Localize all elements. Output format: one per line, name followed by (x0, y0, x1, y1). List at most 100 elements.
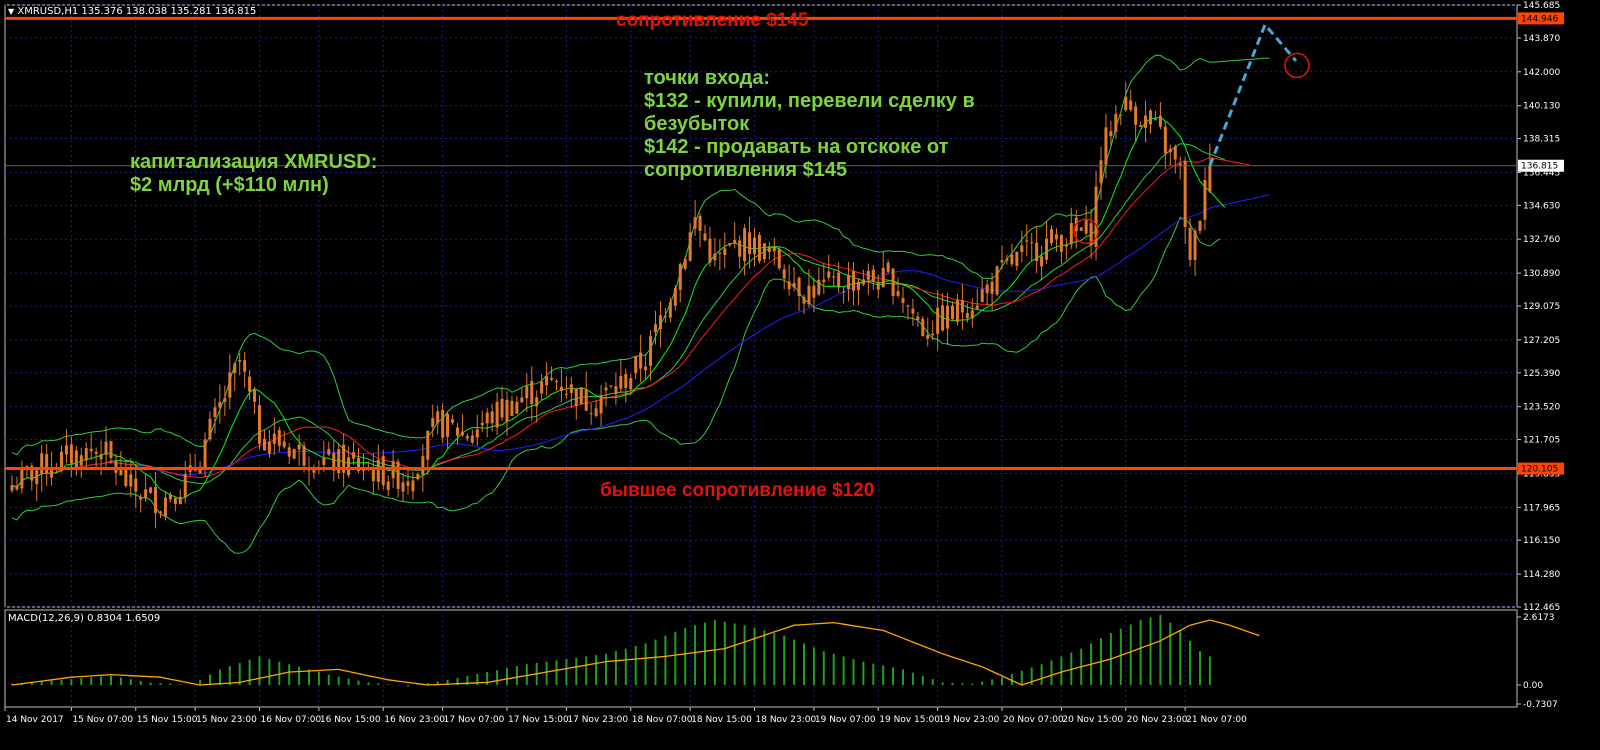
candle-body (1045, 238, 1049, 260)
symbol-ohlc-text: XMRUSD,H1 135.376 138.038 135.281 136.81… (17, 6, 257, 17)
chart-menu-triangle-icon[interactable]: ▼ (8, 7, 14, 16)
candle-body (896, 291, 900, 296)
candle-body (782, 269, 786, 279)
candle-body (173, 497, 177, 504)
candle-body (10, 485, 14, 491)
time-tick-label: 15 Nov 23:00 (196, 715, 257, 725)
candle-body (64, 445, 68, 455)
price-tick-label: 142.000 (1523, 68, 1560, 78)
candle-body (723, 248, 727, 255)
candle-body (79, 455, 83, 466)
price-tick-label: 112.465 (1523, 603, 1560, 613)
candle-body (876, 281, 880, 290)
candle-body (777, 249, 781, 269)
candle-body (718, 252, 722, 254)
time-tick-label: 16 Nov 15:00 (320, 715, 381, 725)
candle-body (753, 237, 756, 255)
candle-body (114, 461, 118, 473)
candle-body (555, 380, 558, 382)
candle-body (40, 453, 44, 475)
candle-body (183, 474, 187, 498)
candle-body (154, 487, 158, 514)
macd-header: MACD(12,26,9) 0.8304 1.6509 (8, 613, 161, 624)
candle-body (460, 431, 464, 436)
candle-body (352, 452, 356, 459)
price-tick-label: 123.520 (1523, 403, 1560, 413)
candle-body (1158, 115, 1162, 127)
candle-body (89, 448, 93, 452)
candle-body (663, 315, 667, 317)
candle-body (416, 473, 420, 480)
candle-body (891, 268, 895, 297)
candle-body (772, 246, 776, 252)
candle-body (446, 413, 450, 437)
candle-body (946, 305, 950, 329)
candle-body (302, 445, 306, 466)
time-tick-label: 18 Nov 07:00 (632, 715, 693, 725)
candle-body (1178, 163, 1182, 166)
candle-body (787, 281, 791, 290)
candle-body (1059, 234, 1063, 252)
candle-body (515, 401, 519, 414)
candle-body (847, 275, 851, 290)
price-tick-label: 117.965 (1523, 503, 1560, 513)
candle-body (866, 270, 870, 280)
price-tick-label: 121.705 (1523, 436, 1560, 446)
candle-body (609, 385, 613, 387)
candle-body (1149, 110, 1152, 125)
candle-body (178, 496, 182, 505)
candle-body (941, 305, 945, 331)
price-tick-label: 114.280 (1523, 570, 1560, 580)
candle-body (208, 418, 212, 440)
candle-body (421, 456, 425, 475)
candle-body (1188, 228, 1192, 260)
candle-body (559, 386, 563, 392)
candle-body (881, 267, 885, 288)
candle-body (243, 360, 247, 372)
price-tick-label: 132.760 (1523, 235, 1560, 245)
candle-body (658, 315, 662, 330)
time-tick-label: 14 Nov 2017 (6, 715, 64, 725)
candle-body (525, 386, 529, 399)
candle-body (74, 450, 78, 468)
candle-body (540, 381, 544, 394)
candle-body (258, 405, 261, 444)
candle-body (698, 215, 702, 231)
price-tick-label: 140.130 (1523, 102, 1560, 112)
price-tick-label: 127.205 (1523, 336, 1560, 346)
forecast-path (1208, 21, 1298, 167)
candle-body (856, 281, 860, 291)
resistance-price-tag-text: 144.946 (1521, 14, 1558, 24)
candle-body (852, 271, 855, 291)
price-tick-label: 130.890 (1523, 269, 1560, 279)
candle-body (975, 305, 979, 309)
candle-body (748, 232, 752, 254)
time-tick-label: 20 Nov 07:00 (1003, 715, 1064, 725)
candle-body (1054, 234, 1058, 240)
time-tick-label: 16 Nov 07:00 (261, 715, 322, 725)
candle-body (673, 288, 677, 306)
candle-body (1129, 100, 1133, 110)
candle-body (1099, 160, 1103, 184)
candle-body (431, 418, 435, 427)
candle-body (842, 291, 846, 293)
ma-mid-line (11, 157, 1250, 488)
candle-body (624, 374, 628, 389)
candle-body (168, 494, 172, 500)
candle-body (134, 478, 138, 492)
time-tick-label: 16 Nov 23:00 (384, 715, 445, 725)
candle-body (757, 235, 761, 262)
time-tick-label: 15 Nov 15:00 (137, 715, 198, 725)
candle-body (99, 454, 103, 460)
candle-body (530, 380, 534, 404)
candle-body (886, 262, 890, 272)
candle-body (233, 363, 237, 373)
candle-body (1000, 260, 1004, 263)
candle-body (668, 301, 672, 318)
candle-body (124, 467, 128, 486)
candle-body (45, 454, 49, 475)
bollinger-upper-line (11, 54, 1270, 456)
macd-panel-frame (4, 609, 1518, 708)
candle-body (906, 305, 910, 307)
candle-body (827, 271, 831, 278)
